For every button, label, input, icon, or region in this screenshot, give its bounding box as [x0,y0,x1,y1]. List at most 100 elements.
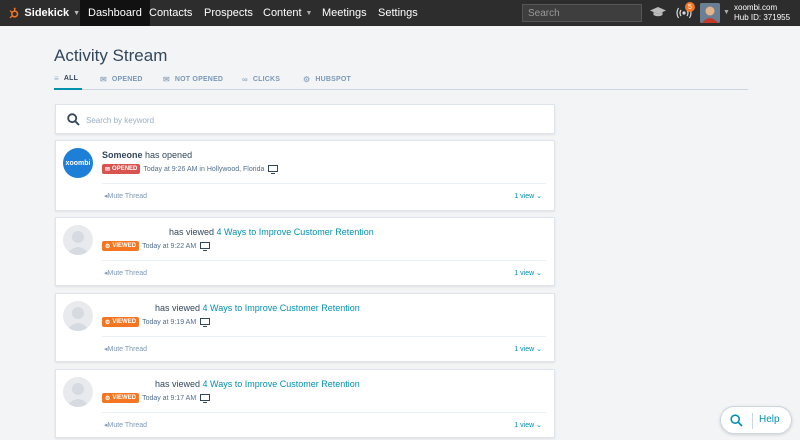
view-count-label: 1 view [514,193,535,200]
activity-time: Today at 9:22 AM [142,242,197,250]
mute-thread-button[interactable]: ◂Mute Thread [104,345,147,353]
person-placeholder-icon [66,231,90,255]
content-link[interactable]: 4 Ways to Improve Customer Retention [203,303,360,313]
chevron-down-icon: ⌄ [536,346,542,353]
account-name: xoombi.com [734,3,778,12]
view-count-label: 1 view [514,270,535,277]
filter-tabs: ≡ ALL ✉ OPENED ✉ NOT OPENED ∞ CLICKS ⚙ H… [54,68,748,90]
nav-settings[interactable]: Settings [370,0,426,26]
page-title: Activity Stream [54,46,168,65]
tab-hubspot-label: HUBSPOT [315,75,351,83]
view-count-toggle[interactable]: 1 view ⌄ [514,192,542,200]
contact-avatar [63,301,93,331]
tab-not-opened[interactable]: ✉ NOT OPENED [163,68,223,90]
viewed-tag-label: VIEWED [112,395,137,401]
divider [752,413,753,429]
chevron-down-icon[interactable]: ▼ [723,9,730,16]
activity-verb: has viewed [155,379,201,389]
nav-contacts-label: Contacts [149,7,193,19]
hub-id: Hub ID: 371955 [734,13,791,22]
activity-time: Today at 9:17 AM [142,394,197,402]
mute-thread-label: Mute Thread [107,346,148,353]
envelope-open-icon: ✉ [105,166,111,173]
graduation-cap-icon[interactable] [650,6,666,18]
user-photo-icon [700,3,720,23]
notification-badge: 5 [685,2,695,12]
nav-contacts[interactable]: Contacts [141,0,200,26]
sprocket-icon: ⚙ [303,74,311,84]
activity-verb: has viewed [169,227,215,237]
divider [102,412,546,413]
view-count-toggle[interactable]: 1 view ⌄ [514,345,542,353]
envelope-open-icon: ✉ [100,74,107,84]
nav-meetings[interactable]: Meetings [314,0,375,26]
desktop-icon [268,164,279,174]
mute-thread-button[interactable]: ◂Mute Thread [104,192,147,200]
activity-card: has viewed 4 Ways to Improve Customer Re… [55,293,555,362]
nav-prospects[interactable]: Prospects [196,0,261,26]
mute-thread-button[interactable]: ◂Mute Thread [104,421,147,429]
activity-meta: ⚙ VIEWED Today at 9:22 AM [102,241,211,251]
divider [102,336,546,337]
top-search-input[interactable] [522,4,642,22]
user-avatar[interactable] [700,3,720,23]
search-icon [67,113,80,126]
tab-hubspot[interactable]: ⚙ HUBSPOT [303,68,351,90]
view-count-toggle[interactable]: 1 view ⌄ [514,269,542,277]
chevron-down-icon: ▼ [73,9,80,17]
nav-dashboard[interactable]: Dashboard [80,0,150,26]
tab-clicks[interactable]: ∞ CLICKS [242,68,280,90]
activity-verb: has opened [145,150,193,160]
activity-card: has viewed 4 Ways to Improve Customer Re… [55,369,555,438]
desktop-icon [200,241,211,251]
activity-summary: Someone has opened [102,150,192,160]
nav-content[interactable]: Content ▼ [255,0,320,26]
content-link[interactable]: 4 Ways to Improve Customer Retention [203,379,360,389]
person-placeholder-icon [66,383,90,407]
tab-opened-label: OPENED [111,75,143,83]
viewed-tag-label: VIEWED [112,243,137,249]
chevron-down-icon: ⌄ [536,193,542,200]
divider [102,183,546,184]
tab-opened[interactable]: ✉ OPENED [100,68,143,90]
viewed-tag-label: VIEWED [112,319,137,325]
contact-avatar [63,377,93,407]
sidekick-brand-menu[interactable]: Sidekick ▼ [0,0,80,26]
contact-avatar [63,225,93,255]
activity-meta: ⚙ VIEWED Today at 9:19 AM [102,317,211,327]
nav-dashboard-label: Dashboard [88,7,142,19]
sprocket-icon: ⚙ [105,395,111,402]
mute-thread-label: Mute Thread [107,193,148,200]
chevron-down-icon: ⌄ [536,422,542,429]
hubspot-sprocket-icon [9,7,19,19]
opened-tag: ✉ OPENED [102,164,141,174]
nav-meetings-label: Meetings [322,7,367,19]
activity-card: xoombi Someone has opened ✉ OPENED Today… [55,140,555,211]
tab-all-label: ALL [63,74,79,82]
mute-thread-label: Mute Thread [107,422,148,429]
list-icon: ≡ [54,73,59,83]
view-count-toggle[interactable]: 1 view ⌄ [514,421,542,429]
nav-settings-label: Settings [378,7,418,19]
activity-location: in Hollywood, Florida [199,165,265,173]
activity-time: Today at 9:26 AM [143,165,198,173]
mute-thread-button[interactable]: ◂Mute Thread [104,269,147,277]
activity-time: Today at 9:19 AM [142,318,197,326]
opened-tag-label: OPENED [112,166,138,172]
help-button[interactable]: Help [720,406,792,434]
account-info[interactable]: xoombi.com Hub ID: 371955 [734,3,790,23]
activity-meta: ✉ OPENED Today at 9:26 AM in Hollywood, … [102,164,279,174]
keyword-search-box[interactable] [55,104,555,134]
activity-summary: has viewed 4 Ways to Improve Customer Re… [169,227,374,237]
activity-actor[interactable]: Someone [102,150,143,160]
desktop-icon [200,317,211,327]
content-link[interactable]: 4 Ways to Improve Customer Retention [217,227,374,237]
search-icon [730,414,743,427]
activity-verb: has viewed [155,303,201,313]
tab-not-opened-label: NOT OPENED [174,75,224,83]
keyword-search-input[interactable] [86,111,536,129]
chevron-down-icon: ⌄ [536,270,542,277]
tab-all[interactable]: ≡ ALL [54,68,82,90]
nav-content-label: Content [263,7,302,19]
viewed-tag: ⚙ VIEWED [102,393,140,403]
